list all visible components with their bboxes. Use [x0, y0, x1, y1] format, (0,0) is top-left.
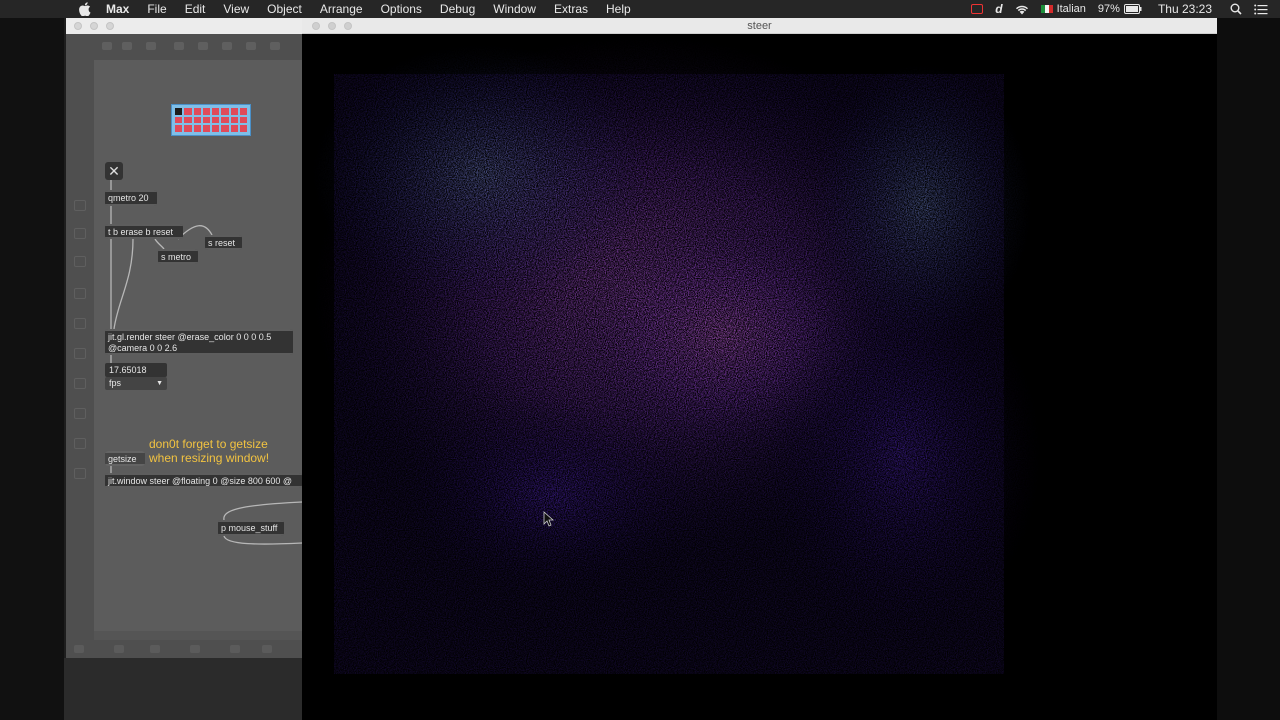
resize-comment: don0t forget to getsize when resizing wi…: [149, 437, 269, 465]
fps-number-box[interactable]: 17.65018: [105, 363, 167, 377]
input-source-label: Italian: [1056, 3, 1086, 15]
render-titlebar[interactable]: steer: [302, 18, 1217, 34]
menu-app-max[interactable]: Max: [106, 0, 138, 18]
render-args-line2: @camera 0 0 2.6: [108, 343, 178, 353]
notification-center-icon[interactable]: [1254, 4, 1268, 15]
desktop-below: [64, 658, 302, 720]
render-window-title: steer: [747, 20, 772, 32]
render-args-line1: jit.gl.render steer @erase_color 0 0 0 0…: [108, 332, 272, 342]
menu-window[interactable]: Window: [484, 0, 545, 18]
jit-window-object[interactable]: jit.window steer @floating 0 @size 800 6…: [105, 473, 302, 488]
new-object-icon[interactable]: [146, 42, 156, 50]
toolbar-icon[interactable]: [74, 348, 86, 359]
menu-extras[interactable]: Extras: [545, 0, 597, 18]
button-icon[interactable]: [222, 42, 232, 50]
toolbar-icon[interactable]: [74, 228, 86, 239]
comment-line1: don0t forget to getsize: [149, 437, 268, 451]
toolbar-icon[interactable]: [74, 318, 86, 329]
desktop-right: [1217, 18, 1280, 720]
zoom-window-button[interactable]: [106, 22, 114, 30]
menu-bar: Max File Edit View Object Arrange Option…: [0, 0, 1280, 18]
getsize-message[interactable]: getsize: [105, 451, 145, 466]
dropdown-caret-icon: ▼: [156, 380, 163, 387]
battery-percent: 97%: [1097, 3, 1120, 15]
render-window: steer: [302, 18, 1217, 720]
toolbar-icon[interactable]: [74, 438, 86, 449]
toolbar-icon[interactable]: [150, 645, 160, 653]
menu-options[interactable]: Options: [372, 0, 431, 18]
qmetro-object[interactable]: qmetro 20: [105, 190, 157, 206]
toolbar-icon[interactable]: [74, 288, 86, 299]
toolbar-icon[interactable]: [230, 645, 240, 653]
patcher-toolbar: [66, 34, 302, 60]
toggle-object[interactable]: ✕: [105, 162, 123, 180]
fps-menu-label: fps: [109, 378, 122, 388]
toolbar-icon[interactable]: [74, 200, 86, 211]
wifi-icon[interactable]: [1015, 4, 1029, 15]
menu-view[interactable]: View: [214, 0, 258, 18]
mouse-stuff-subpatch[interactable]: p mouse_stuff: [218, 520, 284, 536]
toolbar-icon[interactable]: [74, 256, 86, 267]
matrix-grid-object[interactable]: [171, 104, 251, 136]
fps-menu[interactable]: fps ▼: [105, 377, 167, 390]
toolbar-icon[interactable]: [114, 645, 124, 653]
toolbar-icon[interactable]: [74, 378, 86, 389]
clock[interactable]: Thu 23:23: [1158, 2, 1212, 16]
patcher-left-toolbar: [66, 60, 94, 640]
particle-render-canvas[interactable]: [302, 34, 1217, 720]
menu-object[interactable]: Object: [258, 0, 311, 18]
input-source-menu[interactable]: Italian: [1040, 3, 1086, 15]
spotlight-icon[interactable]: [1230, 3, 1242, 15]
trigger-object[interactable]: t b erase b reset: [105, 224, 183, 239]
presentation-icon[interactable]: [122, 42, 132, 50]
slider-icon[interactable]: [270, 42, 280, 50]
toolbar-icon[interactable]: [74, 645, 84, 653]
flag-icon: [1040, 5, 1053, 13]
menu-debug[interactable]: Debug: [431, 0, 484, 18]
menu-help[interactable]: Help: [597, 0, 640, 18]
toolbar-icon[interactable]: [190, 645, 200, 653]
jit-gl-render-object[interactable]: jit.gl.render steer @erase_color 0 0 0 0…: [105, 329, 293, 355]
minimize-window-button[interactable]: [90, 22, 98, 30]
menu-file[interactable]: File: [138, 0, 175, 18]
close-window-button[interactable]: [74, 22, 82, 30]
comment-icon[interactable]: [174, 42, 184, 50]
battery-icon: [1123, 4, 1142, 14]
menu-arrange[interactable]: Arrange: [311, 0, 372, 18]
toolbar-icon[interactable]: [74, 408, 86, 419]
battery-menu[interactable]: 97%: [1098, 3, 1142, 15]
desktop-left: [0, 18, 64, 720]
comment-line2: when resizing window!: [149, 451, 270, 465]
send-metro-object[interactable]: s metro: [158, 249, 198, 264]
message-icon[interactable]: [198, 42, 208, 50]
patcher-titlebar[interactable]: [66, 18, 302, 34]
dictionary-icon[interactable]: d: [995, 2, 1002, 16]
toggle-icon[interactable]: [246, 42, 256, 50]
toolbar-icon[interactable]: [262, 645, 272, 653]
close-icon: ✕: [108, 162, 120, 179]
apple-icon[interactable]: [78, 2, 92, 16]
patcher-bottom-toolbar: [66, 640, 302, 658]
lock-icon[interactable]: [102, 42, 112, 50]
screen-record-icon[interactable]: [971, 4, 984, 14]
menu-edit[interactable]: Edit: [176, 0, 215, 18]
send-reset-object[interactable]: s reset: [205, 235, 242, 250]
status-area: d Italian 97% Thu 23:23: [965, 0, 1280, 18]
toolbar-icon[interactable]: [74, 468, 86, 479]
